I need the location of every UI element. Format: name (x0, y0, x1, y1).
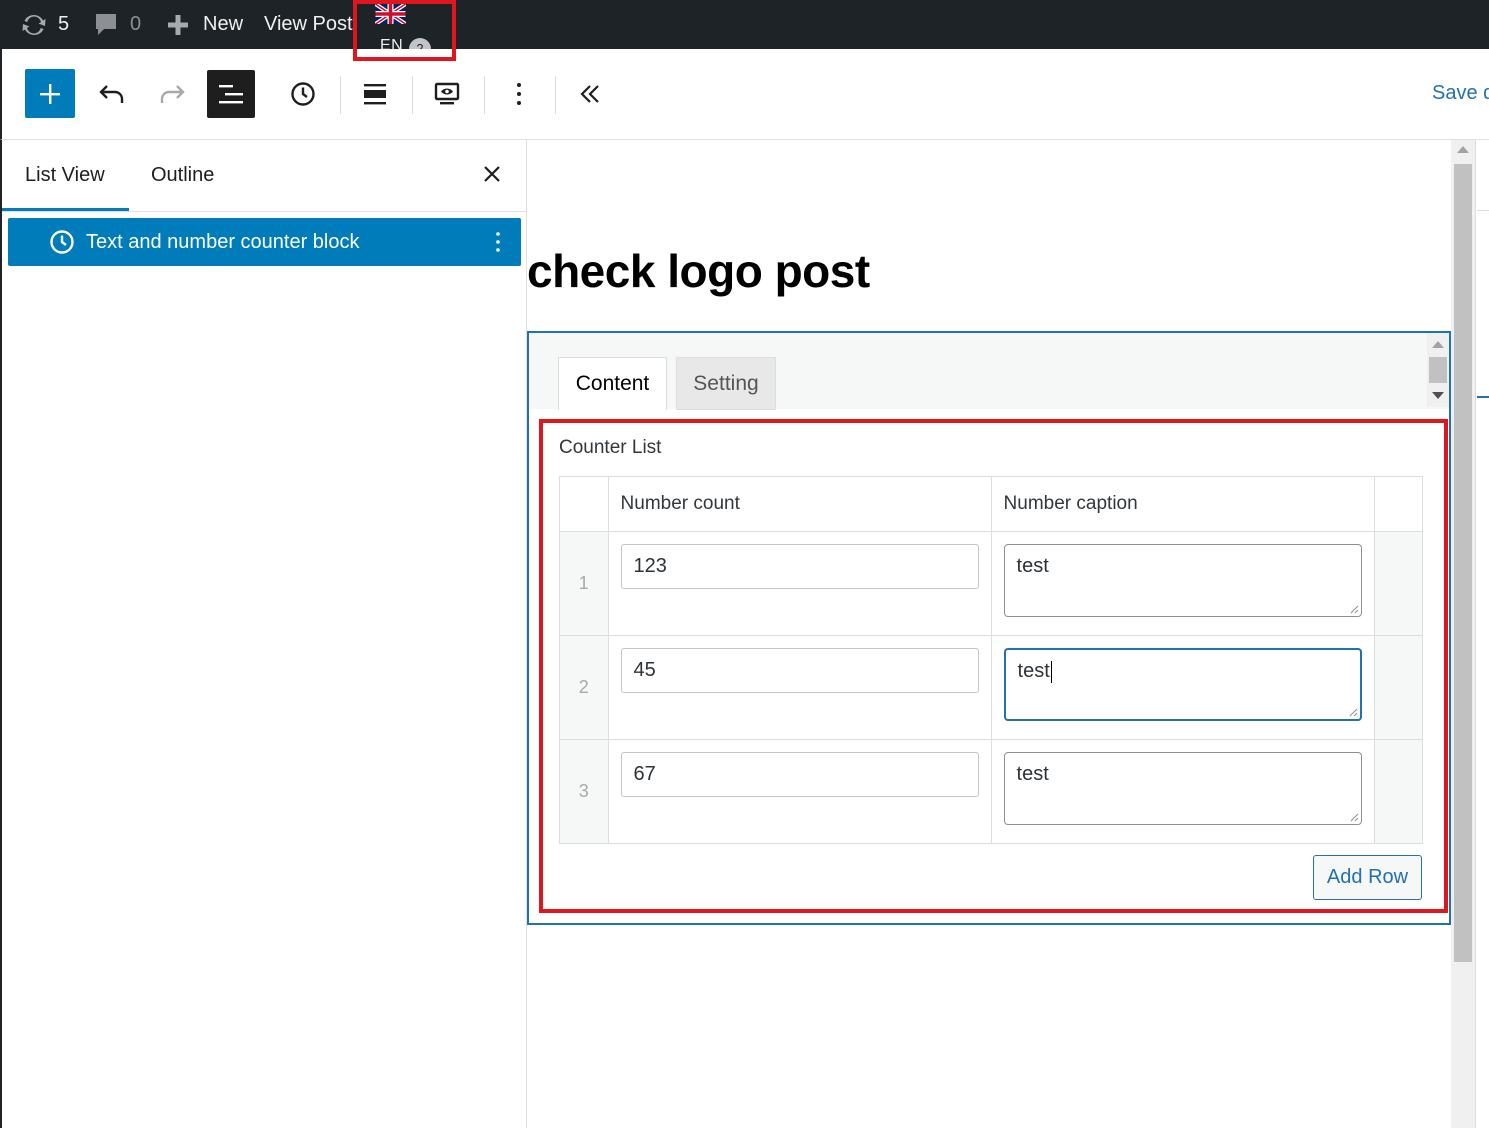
plus-icon (168, 14, 188, 35)
caption-value: test (1017, 660, 1050, 682)
column-header-number-count: Number count (607, 476, 992, 532)
text-cursor (1050, 660, 1052, 683)
number-count-input[interactable]: 67 (620, 752, 979, 797)
preview-icon (434, 82, 460, 105)
block-scrollbar[interactable] (1427, 333, 1449, 407)
new-content-menu[interactable]: New (167, 0, 243, 49)
number-caption-textarea[interactable]: test (1003, 752, 1362, 825)
block-history-button[interactable] (283, 73, 323, 115)
row-index[interactable]: 3 (559, 739, 609, 844)
row-actions[interactable] (1373, 531, 1424, 636)
add-row-label: Add Row (1326, 866, 1409, 888)
scroll-up-arrow-icon[interactable] (1457, 146, 1469, 153)
updates-menu[interactable]: 5 (20, 0, 69, 49)
tab-list-view[interactable]: List View (25, 164, 105, 187)
number-caption-textarea[interactable]: test (1003, 648, 1362, 721)
tab-setting[interactable]: Setting (676, 357, 776, 410)
number-count-input[interactable]: 45 (620, 648, 979, 693)
caption-value: test (1016, 555, 1049, 577)
redo-icon (160, 85, 185, 103)
row-actions-header (1373, 476, 1424, 532)
row-actions[interactable] (1373, 739, 1424, 844)
column-header-number-caption: Number caption (990, 476, 1375, 532)
counter-list-label: Counter List (559, 437, 662, 458)
resize-grip-icon[interactable] (1348, 707, 1358, 717)
editor-canvas: check logo post Content Setting Counter … (527, 140, 1489, 1128)
close-icon[interactable] (480, 162, 504, 186)
clock-icon (50, 230, 74, 254)
row-actions[interactable] (1373, 635, 1424, 740)
more-vertical-icon[interactable] (488, 230, 508, 254)
page-scrollbar[interactable] (1451, 140, 1475, 1128)
divider (1477, 396, 1489, 398)
scrollbar-thumb[interactable] (1454, 164, 1472, 962)
block-tabs-bar: Content Setting (529, 333, 1449, 410)
clock-icon (291, 82, 315, 106)
divider (1477, 210, 1489, 211)
tabs-divider (2, 211, 529, 212)
redo-button[interactable] (152, 73, 192, 115)
align-wide-icon (364, 84, 386, 105)
row-index[interactable]: 2 (559, 635, 609, 740)
tab-setting-label: Setting (693, 371, 759, 395)
undo-icon (99, 85, 124, 103)
editor-toolbar: Save dr (0, 49, 1489, 140)
list-view-item-label: Text and number counter block (86, 230, 360, 253)
table-row: 1 123 test (559, 531, 1424, 636)
add-row-button[interactable]: Add Row (1313, 855, 1422, 900)
scrollbar-thumb[interactable] (1429, 357, 1447, 383)
comments-count: 0 (130, 13, 142, 35)
list-view-icon (219, 85, 243, 104)
new-label: New (203, 13, 244, 35)
view-post-link[interactable]: View Post (264, 0, 353, 49)
row-index[interactable]: 1 (559, 531, 609, 636)
toolbar-separator (555, 76, 556, 114)
post-title[interactable]: check logo post (527, 244, 870, 298)
align-button[interactable] (355, 73, 395, 115)
number-caption-textarea[interactable]: test (1003, 544, 1362, 617)
admin-bar: 5 0 New View Post EN 2 (0, 0, 1489, 60)
counter-block[interactable]: Content Setting Counter List Number coun… (527, 331, 1451, 925)
list-view-item-block[interactable]: Text and number counter block (8, 218, 521, 266)
tab-outline[interactable]: Outline (151, 164, 214, 187)
chevron-double-left-icon (580, 85, 599, 103)
more-vertical-icon (517, 83, 521, 105)
caption-value: test (1016, 763, 1049, 785)
plus-icon (40, 83, 60, 104)
number-count-input[interactable]: 123 (620, 544, 979, 589)
undo-button[interactable] (92, 73, 132, 115)
save-draft-button[interactable]: Save dr (1432, 82, 1489, 105)
comment-icon (96, 13, 116, 35)
tab-content-label: Content (575, 372, 650, 395)
add-block-button[interactable] (25, 69, 75, 118)
document-overview-button[interactable] (207, 70, 255, 118)
resize-grip-icon[interactable] (1349, 812, 1359, 822)
resize-grip-icon[interactable] (1349, 604, 1359, 614)
view-post-label: View Post (264, 13, 353, 35)
toolbar-separator (340, 76, 341, 114)
table-row: 2 45 test (559, 635, 1424, 740)
toolbar-separator (412, 76, 413, 114)
comments-menu[interactable]: 0 (94, 0, 141, 49)
row-index-header (559, 476, 609, 532)
toolbar-separator (484, 76, 485, 114)
updates-icon (22, 14, 46, 35)
settings-panel-edge (1475, 140, 1489, 1128)
options-button[interactable] (499, 73, 539, 115)
counter-repeater-table: Number count Number caption 1 123 test 2… (559, 476, 1424, 844)
list-view-sidebar: List View Outline Text and number counte… (0, 140, 529, 1128)
collapse-button[interactable] (570, 73, 610, 115)
scroll-down-arrow-icon[interactable] (1432, 392, 1444, 399)
scroll-up-arrow-icon[interactable] (1432, 341, 1444, 348)
table-row: 3 67 test (559, 739, 1424, 844)
updates-count: 5 (58, 13, 70, 35)
tab-content[interactable]: Content (558, 357, 667, 410)
highlight-outline-language (353, 0, 456, 61)
preview-button[interactable] (427, 73, 467, 115)
